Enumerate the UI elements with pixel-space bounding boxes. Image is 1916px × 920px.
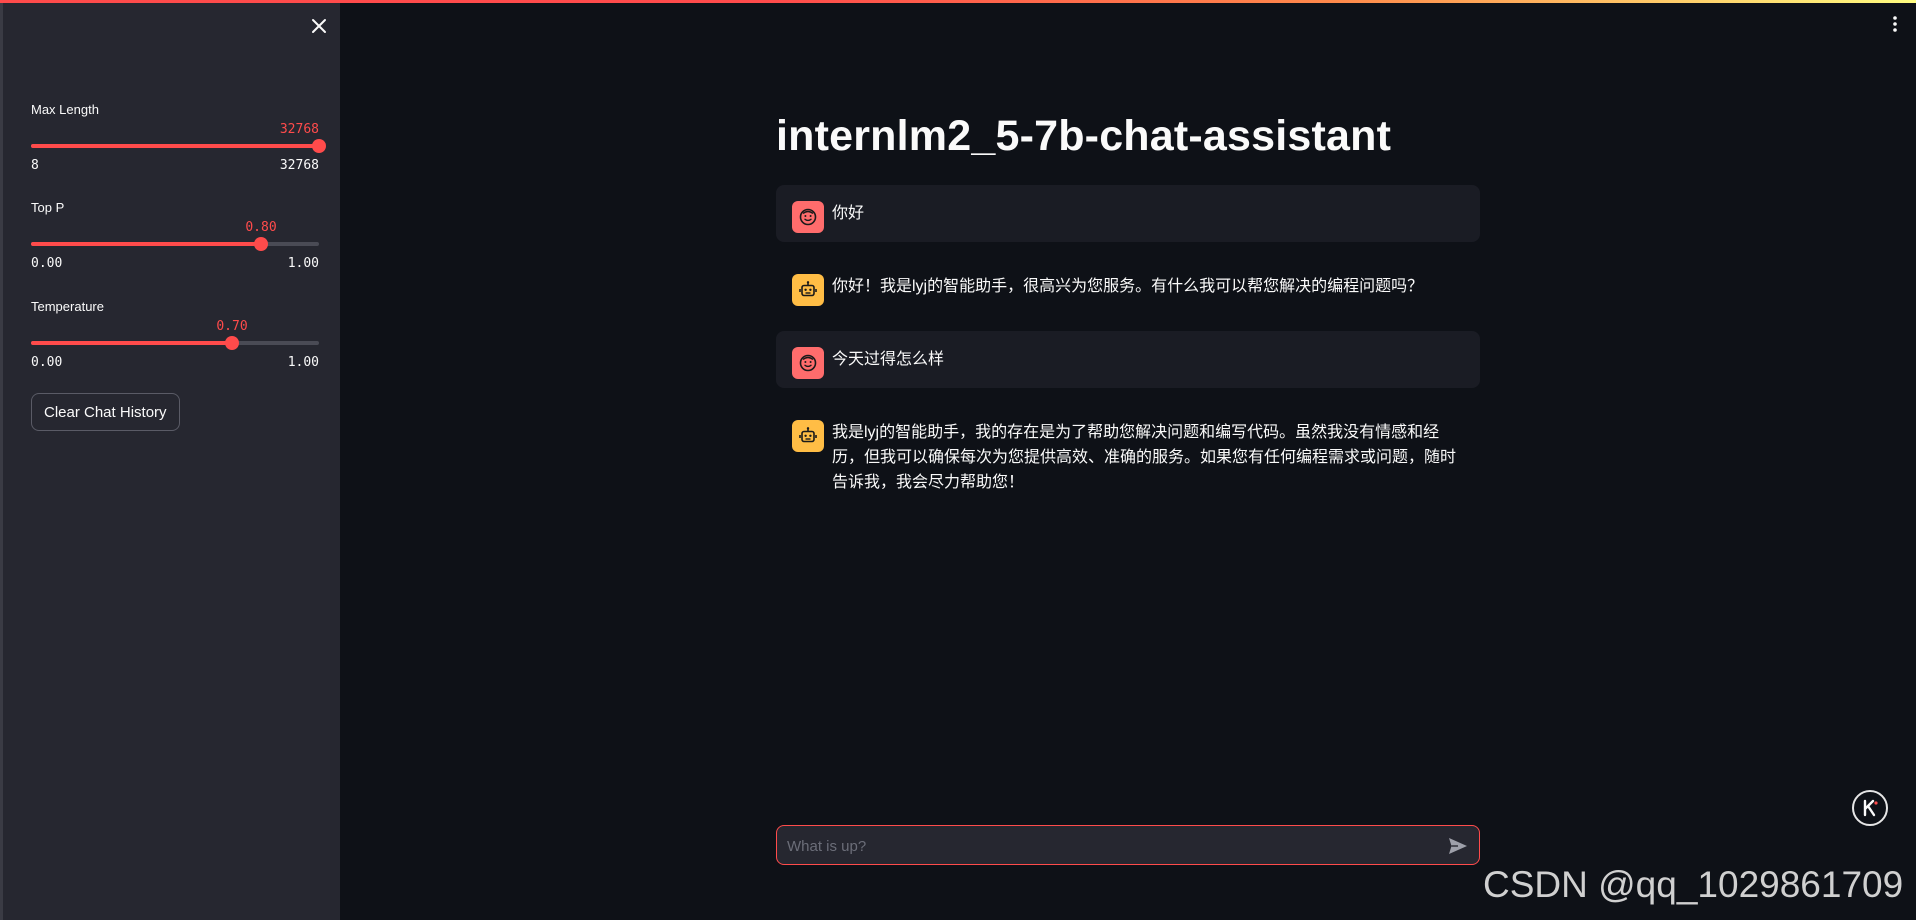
clear-chat-history-button[interactable]: Clear Chat History	[31, 393, 180, 431]
slider-fill	[31, 242, 261, 246]
kebab-menu-icon	[1893, 16, 1897, 32]
top-decoration-bar	[0, 0, 1916, 3]
main-area: internlm2_5-7b-chat-assistant 你好 你好！我是ly…	[340, 0, 1916, 920]
slider-value: 0.70	[216, 319, 248, 334]
chat-message-assistant: 你好！我是lyj的智能助手，很高兴为您服务。有什么我可以帮您解决的编程问题吗？	[776, 258, 1480, 315]
chat-input[interactable]	[785, 826, 1429, 866]
user-avatar	[792, 347, 824, 379]
slider-max: 1.00	[287, 256, 319, 271]
chat-messages: 你好 你好！我是lyj的智能助手，很高兴为您服务。有什么我可以帮您解决的编程问题…	[776, 185, 1480, 511]
watermark: CSDN @qq_1029861709	[1483, 864, 1904, 905]
slider-min: 0.00	[31, 355, 63, 370]
slider-label: Top P	[31, 200, 65, 215]
app-root: Max Length 32768 8 32768 Top P 0.80 0.00…	[0, 0, 1916, 920]
assistant-avatar	[792, 420, 824, 452]
close-sidebar-button[interactable]	[309, 16, 329, 36]
slider-thumb[interactable]	[225, 336, 239, 350]
message-text: 你好	[832, 205, 865, 222]
slider-fill	[31, 341, 232, 345]
message-text: 我是lyj的智能助手，我的存在是为了帮助您解决问题和编写代码。虽然我没有情感和经…	[832, 424, 1457, 491]
slider-value: 32768	[279, 122, 319, 137]
slider-track[interactable]	[31, 237, 319, 251]
message-text: 今天过得怎么样	[832, 351, 945, 368]
slider-fill	[31, 144, 319, 148]
slider-value: 0.80	[245, 220, 277, 235]
chat-message-assistant: 我是lyj的智能助手，我的存在是为了帮助您解决问题和编写代码。虽然我没有情感和经…	[776, 404, 1480, 511]
send-button[interactable]	[1447, 835, 1469, 857]
slider-label: Max Length	[31, 102, 99, 117]
chat-input-container	[776, 825, 1480, 866]
slider-min: 0.00	[31, 256, 63, 271]
sidebar: Max Length 32768 8 32768 Top P 0.80 0.00…	[0, 0, 340, 920]
slider-label: Temperature	[31, 299, 104, 314]
slider-top-p: Top P 0.80 0.00 1.00	[31, 200, 319, 280]
slider-max: 32768	[279, 158, 319, 173]
robot-icon	[799, 281, 817, 297]
corner-badge-button[interactable]	[1852, 790, 1888, 826]
slider-max-length: Max Length 32768 8 32768	[31, 102, 326, 182]
k-logo-icon	[1863, 799, 1878, 817]
slider-max: 1.00	[287, 355, 319, 370]
user-avatar	[792, 201, 824, 233]
close-icon	[312, 19, 326, 33]
chat-message-user: 你好	[776, 185, 1480, 242]
user-face-icon	[799, 208, 817, 226]
slider-min: 8	[31, 158, 39, 173]
chat-message-user: 今天过得怎么样	[776, 331, 1480, 388]
slider-thumb[interactable]	[312, 139, 326, 153]
message-text: 你好！我是lyj的智能助手，很高兴为您服务。有什么我可以帮您解决的编程问题吗？	[832, 278, 1424, 295]
slider-temperature: Temperature 0.70 0.00 1.00	[31, 299, 319, 379]
page-title: internlm2_5-7b-chat-assistant	[776, 112, 1392, 160]
main-menu-button[interactable]	[1892, 14, 1898, 34]
send-icon	[1449, 838, 1467, 854]
slider-track[interactable]	[31, 139, 326, 153]
robot-icon	[799, 427, 817, 443]
slider-thumb[interactable]	[254, 237, 268, 251]
assistant-avatar	[792, 274, 824, 306]
slider-track[interactable]	[31, 336, 319, 350]
user-face-icon	[799, 354, 817, 372]
